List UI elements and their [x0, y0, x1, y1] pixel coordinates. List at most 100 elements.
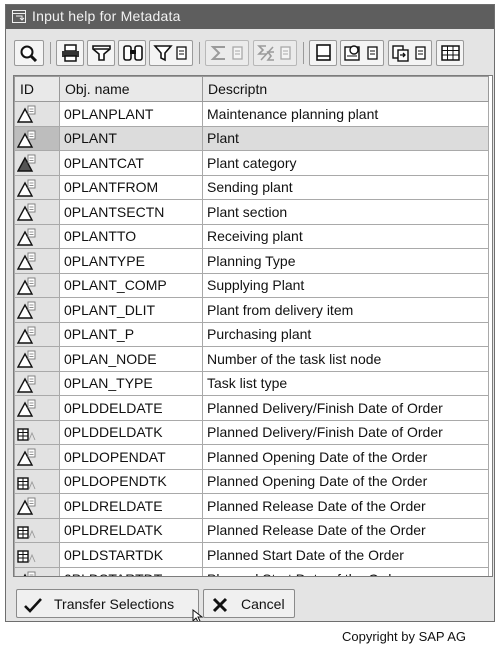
object-name-cell[interactable]: 0PLDOPENDTK	[59, 468, 203, 494]
object-name-cell[interactable]: 0PLAN_TYPE	[59, 370, 203, 396]
row-type-cell[interactable]	[14, 321, 60, 347]
object-name-cell[interactable]: 0PLDDELDATK	[59, 419, 203, 445]
description-cell[interactable]: Planned Release Date of the Order	[202, 493, 489, 519]
description-cell[interactable]: Planned Opening Date of the Order	[202, 444, 489, 470]
export-button[interactable]	[388, 40, 432, 66]
description-cell[interactable]: Planned Delivery/Finish Date of Order	[202, 395, 489, 421]
find-button[interactable]	[14, 40, 44, 66]
description-cell[interactable]: Planning Type	[202, 248, 489, 274]
row-type-cell[interactable]	[14, 566, 60, 576]
row-type-cell[interactable]	[14, 199, 60, 225]
object-name-cell[interactable]: 0PLANTCAT	[59, 150, 203, 176]
row-type-cell[interactable]	[14, 444, 60, 470]
row-type-cell[interactable]	[14, 419, 60, 445]
table-row[interactable]: 0PLDDELDATE Planned Delivery/Finish Date …	[14, 395, 489, 421]
object-name-cell[interactable]: 0PLDSTARTDK	[59, 542, 203, 568]
table-row[interactable]: 0PLDSTARTDTPlanned Start Date of the Ord…	[14, 566, 489, 576]
row-type-cell[interactable]	[14, 125, 60, 151]
description-cell[interactable]: Plant	[202, 125, 489, 151]
object-name-cell[interactable]: 0PLDRELDATK	[59, 517, 203, 543]
description-cell[interactable]: Planned Release Date of the Order	[202, 517, 489, 543]
row-type-cell[interactable]	[14, 493, 60, 519]
object-name-cell[interactable]: 0PLDSTARTDT	[59, 566, 203, 576]
row-type-cell[interactable]	[14, 101, 60, 127]
description-cell[interactable]: Planned Opening Date of the Order	[202, 468, 489, 494]
object-name-cell[interactable]: 0PLANTYPE	[59, 248, 203, 274]
description-cell[interactable]: Plant category	[202, 150, 489, 176]
description-cell[interactable]: Sending plant	[202, 174, 489, 200]
filter-button[interactable]	[87, 40, 115, 66]
row-type-cell[interactable]	[14, 297, 60, 323]
object-name-cell[interactable]: 0PLANPLANT	[59, 101, 203, 127]
row-type-cell[interactable]	[14, 370, 60, 396]
cancel-button[interactable]: Cancel	[203, 589, 295, 618]
table-row[interactable]: 0PLANT_DLIT Plant from delivery item	[14, 297, 489, 323]
object-name-cell[interactable]: 0PLANT_COMP	[59, 272, 203, 298]
description-cell[interactable]: Number of the task list node	[202, 346, 489, 372]
table-row[interactable]: 0PLDOPENDAT Planned Opening Date of the O…	[14, 444, 489, 470]
layout-button[interactable]	[436, 40, 464, 66]
table-row[interactable]: 0PLANTYPE Planning Type	[14, 248, 489, 274]
description-cell[interactable]: Maintenance planning plant	[202, 101, 489, 127]
characteristic-icon	[17, 448, 36, 466]
description-cell[interactable]: Planned Start Date of the Order	[202, 566, 489, 576]
transfer-selections-button[interactable]: Transfer Selections	[16, 589, 199, 618]
object-name-cell[interactable]: 0PLANTFROM	[59, 174, 203, 200]
table-row[interactable]: 0PLAN_TYPE Task list type	[14, 370, 489, 396]
object-name-cell[interactable]: 0PLANTSECTN	[59, 199, 203, 225]
column-header-description[interactable]: Descriptn	[202, 76, 489, 102]
row-type-cell[interactable]	[14, 517, 60, 543]
row-type-cell[interactable]	[14, 223, 60, 249]
object-name-cell[interactable]: 0PLAN_NODE	[59, 346, 203, 372]
row-type-cell[interactable]	[14, 150, 60, 176]
object-name-cell[interactable]: 0PLANT_P	[59, 321, 203, 347]
description-cell[interactable]: Plant from delivery item	[202, 297, 489, 323]
description-cell[interactable]: Planned Delivery/Finish Date of Order	[202, 419, 489, 445]
print-icon	[62, 44, 79, 62]
description-cell[interactable]: Receiving plant	[202, 223, 489, 249]
table-row[interactable]: 0PLANT_COMP Supplying Plant	[14, 272, 489, 298]
row-type-cell[interactable]	[14, 346, 60, 372]
print-button[interactable]	[56, 40, 84, 66]
set-filter-button[interactable]	[149, 40, 193, 66]
object-name-cell[interactable]: 0PLDOPENDAT	[59, 444, 203, 470]
export-icon	[392, 45, 426, 62]
row-type-cell[interactable]	[14, 248, 60, 274]
print-preview-button[interactable]	[309, 40, 337, 66]
table-row[interactable]: 0PLDOPENDTK Planned Opening Date of the O…	[14, 468, 489, 494]
table-row[interactable]: 0PLDRELDATK Planned Release Date of the O…	[14, 517, 489, 543]
table-row[interactable]: 0PLDDELDATK Planned Delivery/Finish Date …	[14, 419, 489, 445]
table-row[interactable]: 0PLDSTARTDK Planned Start Date of the Ord…	[14, 542, 489, 568]
subtotal-button[interactable]	[253, 40, 297, 66]
description-cell[interactable]: Task list type	[202, 370, 489, 396]
row-type-cell[interactable]	[14, 542, 60, 568]
column-header-obj-name[interactable]: Obj. name	[59, 76, 203, 102]
table-row[interactable]: 0PLAN_NODE Number of the task list node	[14, 346, 489, 372]
table-row[interactable]: 0PLDRELDATE Planned Release Date of the O…	[14, 493, 489, 519]
description-cell[interactable]: Planned Start Date of the Order	[202, 542, 489, 568]
description-cell[interactable]: Plant section	[202, 199, 489, 225]
table-row[interactable]: 0PLANTCAT Plant category	[14, 150, 489, 176]
column-header-id[interactable]: ID	[14, 76, 60, 102]
table-row[interactable]: 0PLANTFROM Sending plant	[14, 174, 489, 200]
description-cell[interactable]: Supplying Plant	[202, 272, 489, 298]
table-row[interactable]: 0PLANTSECTN Plant section	[14, 199, 489, 225]
row-type-cell[interactable]	[14, 468, 60, 494]
sum-button[interactable]	[205, 40, 249, 66]
row-type-cell[interactable]	[14, 174, 60, 200]
object-name-cell[interactable]: 0PLANTTO	[59, 223, 203, 249]
table-row[interactable]: 0PLANT Plant	[14, 125, 489, 151]
object-name-cell[interactable]: 0PLANT	[59, 125, 203, 151]
object-name-cell[interactable]: 0PLDDELDATE	[59, 395, 203, 421]
object-name-cell[interactable]: 0PLDRELDATE	[59, 493, 203, 519]
table-row[interactable]: 0PLANTTO Receiving plant	[14, 223, 489, 249]
description-cell[interactable]: Purchasing plant	[202, 321, 489, 347]
row-type-cell[interactable]	[14, 272, 60, 298]
object-name-cell[interactable]: 0PLANT_DLIT	[59, 297, 203, 323]
window-menu-icon[interactable]	[12, 10, 26, 23]
table-row[interactable]: 0PLANT_P Purchasing plant	[14, 321, 489, 347]
spreadsheet-button[interactable]	[340, 40, 384, 66]
find-next-button[interactable]	[118, 40, 146, 66]
row-type-cell[interactable]	[14, 395, 60, 421]
table-row[interactable]: 0PLANPLANT Maintenance planning plant	[14, 101, 489, 127]
